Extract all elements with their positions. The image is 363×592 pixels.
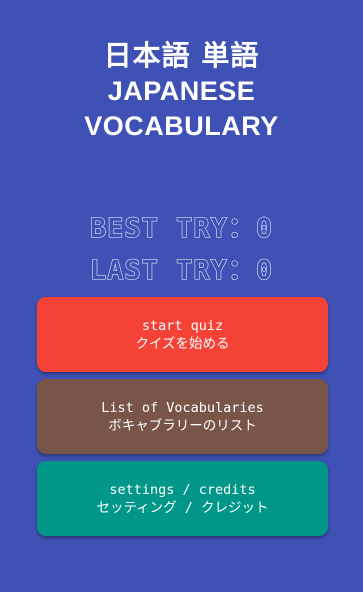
title-japanese: 日本語 単語 [103,39,260,72]
last-try-score: LAST TRY：0 [0,250,363,292]
best-try-label: BEST TRY [89,213,228,245]
settings-credits-label-jp: セッティング / クレジット [96,499,269,516]
best-try-separator: ： [227,213,256,245]
start-quiz-button[interactable]: start quiz クイズを始める [37,297,328,372]
app-title: 日本語 単語 JAPANESE VOCABULARY [0,38,363,144]
vocabulary-list-button[interactable]: List of Vocabularies ボキャブラリーのリスト [37,379,328,454]
last-try-separator: ： [227,255,256,287]
last-try-label: LAST TRY [89,255,228,287]
best-try-value: 0 [255,213,274,245]
last-try-value: 0 [255,255,274,287]
start-quiz-label-en: start quiz [141,317,224,334]
settings-credits-button[interactable]: settings / credits セッティング / クレジット [37,461,328,536]
settings-credits-label-en: settings / credits [109,481,256,498]
score-panel: BEST TRY：0 LAST TRY：0 [0,208,363,292]
home-screen: 日本語 単語 JAPANESE VOCABULARY BEST TRY：0 LA… [0,0,363,592]
title-english-line-2: VOCABULARY [84,111,279,141]
vocabulary-list-label-jp: ボキャブラリーのリスト [108,417,257,434]
vocabulary-list-label-en: List of Vocabularies [101,399,264,416]
title-english-line-1: JAPANESE [107,76,256,106]
start-quiz-label-jp: クイズを始める [135,335,230,352]
best-try-score: BEST TRY：0 [0,208,363,250]
